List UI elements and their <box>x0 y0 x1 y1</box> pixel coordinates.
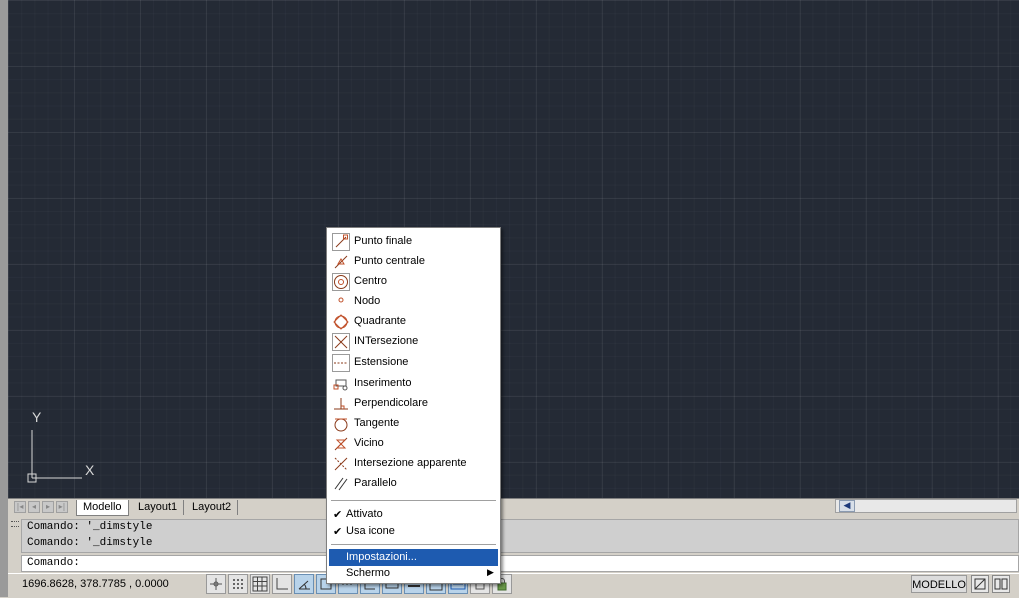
menu-item-label: Quadrante <box>354 315 406 327</box>
ucs-y-label: Y <box>32 409 42 425</box>
command-history: Comando: '_dimstyle Comando: '_dimstyle <box>21 519 1019 553</box>
menu-item-display[interactable]: Schermo ▶ <box>329 566 498 582</box>
menu-item-center[interactable]: Centro <box>329 272 498 292</box>
tab-modello[interactable]: Modello <box>76 500 129 516</box>
grid-icon <box>251 576 269 597</box>
ortho-icon <box>273 578 291 597</box>
layout-view-button[interactable] <box>992 575 1010 593</box>
midpoint-icon <box>332 253 350 271</box>
menu-item-nearest[interactable]: Vicino <box>329 434 498 454</box>
check-icon: ✔ <box>333 526 343 538</box>
quadrant-icon <box>332 313 350 331</box>
menu-separator <box>331 544 496 545</box>
endpoint-icon <box>332 233 350 251</box>
grid-display-button[interactable] <box>250 574 270 594</box>
drawing-canvas[interactable] <box>8 0 1019 498</box>
infer-constraints-icon <box>207 578 225 597</box>
ucs-x-label: X <box>85 462 95 478</box>
menu-item-label: Inserimento <box>354 377 412 389</box>
coordinate-readout[interactable]: 1696.8628, 378.7785 , 0.0000 <box>22 578 169 590</box>
node-icon <box>332 293 350 311</box>
osnap-context-menu: Punto finale Punto centrale Centro Nodo … <box>326 227 501 584</box>
next-tab-button[interactable]: ▸ <box>42 501 54 513</box>
polar-tracking-button[interactable] <box>294 574 314 594</box>
snap-mode-button[interactable] <box>228 574 248 594</box>
menu-item-extension[interactable]: Estensione <box>329 353 498 373</box>
snap-icon <box>229 579 247 597</box>
tab-layout2[interactable]: Layout2 <box>186 500 239 515</box>
horizontal-scrollbar[interactable]: ◀ <box>835 499 1017 513</box>
insertion-icon <box>332 375 350 393</box>
menu-item-label: Nodo <box>354 295 381 307</box>
menu-item-label: Usa icone <box>346 525 395 537</box>
menu-item-intersection[interactable]: INTersezione <box>329 332 498 352</box>
infer-constraints-button[interactable] <box>206 574 226 594</box>
layout-view-icon <box>993 578 1009 596</box>
menu-item-label: Tangente <box>354 417 400 429</box>
menu-item-label: INTersezione <box>354 335 419 347</box>
first-tab-button[interactable]: |◂ <box>14 501 26 513</box>
prev-tab-button[interactable]: ◂ <box>28 501 40 513</box>
left-edge <box>0 0 8 597</box>
menu-item-label: Estensione <box>354 356 409 368</box>
model-view-icon <box>972 578 988 596</box>
menu-separator <box>331 500 496 501</box>
tangent-icon <box>332 415 350 433</box>
menu-item-use-icons[interactable]: ✔ Usa icone <box>329 522 498 542</box>
check-icon: ✔ <box>333 509 343 521</box>
menu-item-label: Perpendicolare <box>354 397 428 409</box>
menu-item-label: Attivato <box>346 508 383 520</box>
command-history-line: Comando: '_dimstyle <box>27 537 153 549</box>
menu-item-tangent[interactable]: Tangente <box>329 414 498 434</box>
center-icon <box>332 273 350 291</box>
menu-item-label: Centro <box>354 275 388 287</box>
menu-item-label: Intersezione apparente <box>354 457 467 469</box>
ortho-mode-button[interactable] <box>272 574 292 594</box>
menu-item-endpoint[interactable]: Punto finale <box>329 232 498 252</box>
apparent-intersection-icon <box>332 455 350 473</box>
menu-item-midpoint[interactable]: Punto centrale <box>329 252 498 272</box>
last-tab-button[interactable]: ▸| <box>56 501 68 513</box>
menu-item-insertion[interactable]: Inserimento <box>329 374 498 394</box>
nearest-icon <box>332 435 350 453</box>
command-prompt: Comando: <box>27 557 80 569</box>
intersection-icon <box>332 333 350 351</box>
submenu-arrow-icon: ▶ <box>487 567 494 577</box>
menu-item-quadrant[interactable]: Quadrante <box>329 312 498 332</box>
menu-item-label: Punto finale <box>354 235 413 247</box>
parallel-icon <box>332 475 350 493</box>
tab-layout1[interactable]: Layout1 <box>132 500 185 515</box>
model-view-button[interactable] <box>971 575 989 593</box>
menu-item-label: Parallelo <box>354 477 397 489</box>
menu-item-label: Vicino <box>354 437 384 449</box>
extension-icon <box>332 354 350 372</box>
command-input[interactable]: Comando: <box>21 555 1019 572</box>
scroll-left-icon[interactable]: ◀ <box>839 500 855 512</box>
polar-icon <box>295 580 313 597</box>
command-window-grip[interactable] <box>11 521 19 527</box>
ucs-icon: Y X <box>22 408 112 495</box>
model-space-button[interactable]: MODELLO <box>911 575 967 593</box>
menu-item-label: Impostazioni... <box>346 551 417 563</box>
perpendicular-icon <box>332 395 350 413</box>
menu-item-label: Punto centrale <box>354 255 425 267</box>
menu-item-perpendicular[interactable]: Perpendicolare <box>329 394 498 414</box>
menu-item-settings[interactable]: Impostazioni... <box>329 549 498 566</box>
menu-item-label: Schermo <box>346 567 391 579</box>
menu-item-node[interactable]: Nodo <box>329 292 498 312</box>
menu-item-parallel[interactable]: Parallelo <box>329 474 498 494</box>
command-history-line: Comando: '_dimstyle <box>27 521 153 533</box>
menu-item-apparent-intersection[interactable]: Intersezione apparente <box>329 454 498 474</box>
